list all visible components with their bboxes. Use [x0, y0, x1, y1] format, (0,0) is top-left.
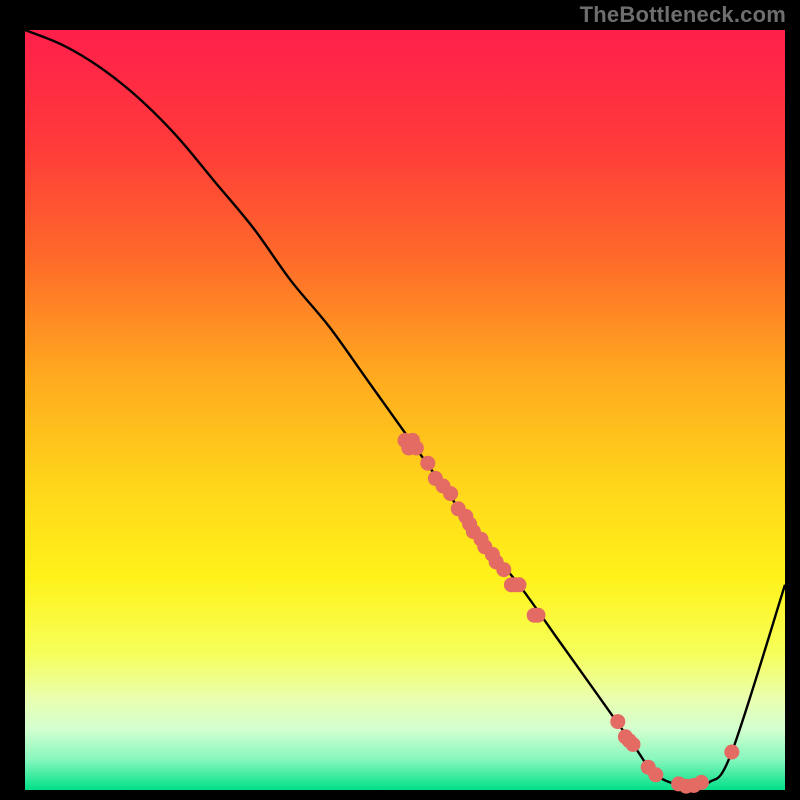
- data-point: [420, 456, 435, 471]
- data-point: [648, 767, 663, 782]
- data-point: [531, 608, 546, 623]
- data-point: [610, 714, 625, 729]
- data-point: [409, 441, 424, 456]
- data-point: [694, 775, 709, 790]
- bottleneck-chart: [0, 0, 800, 800]
- data-point: [443, 486, 458, 501]
- data-point: [724, 745, 739, 760]
- data-point: [512, 577, 527, 592]
- data-point: [626, 737, 641, 752]
- chart-frame: TheBottleneck.com: [0, 0, 800, 800]
- data-point: [496, 562, 511, 577]
- plot-background: [25, 30, 785, 790]
